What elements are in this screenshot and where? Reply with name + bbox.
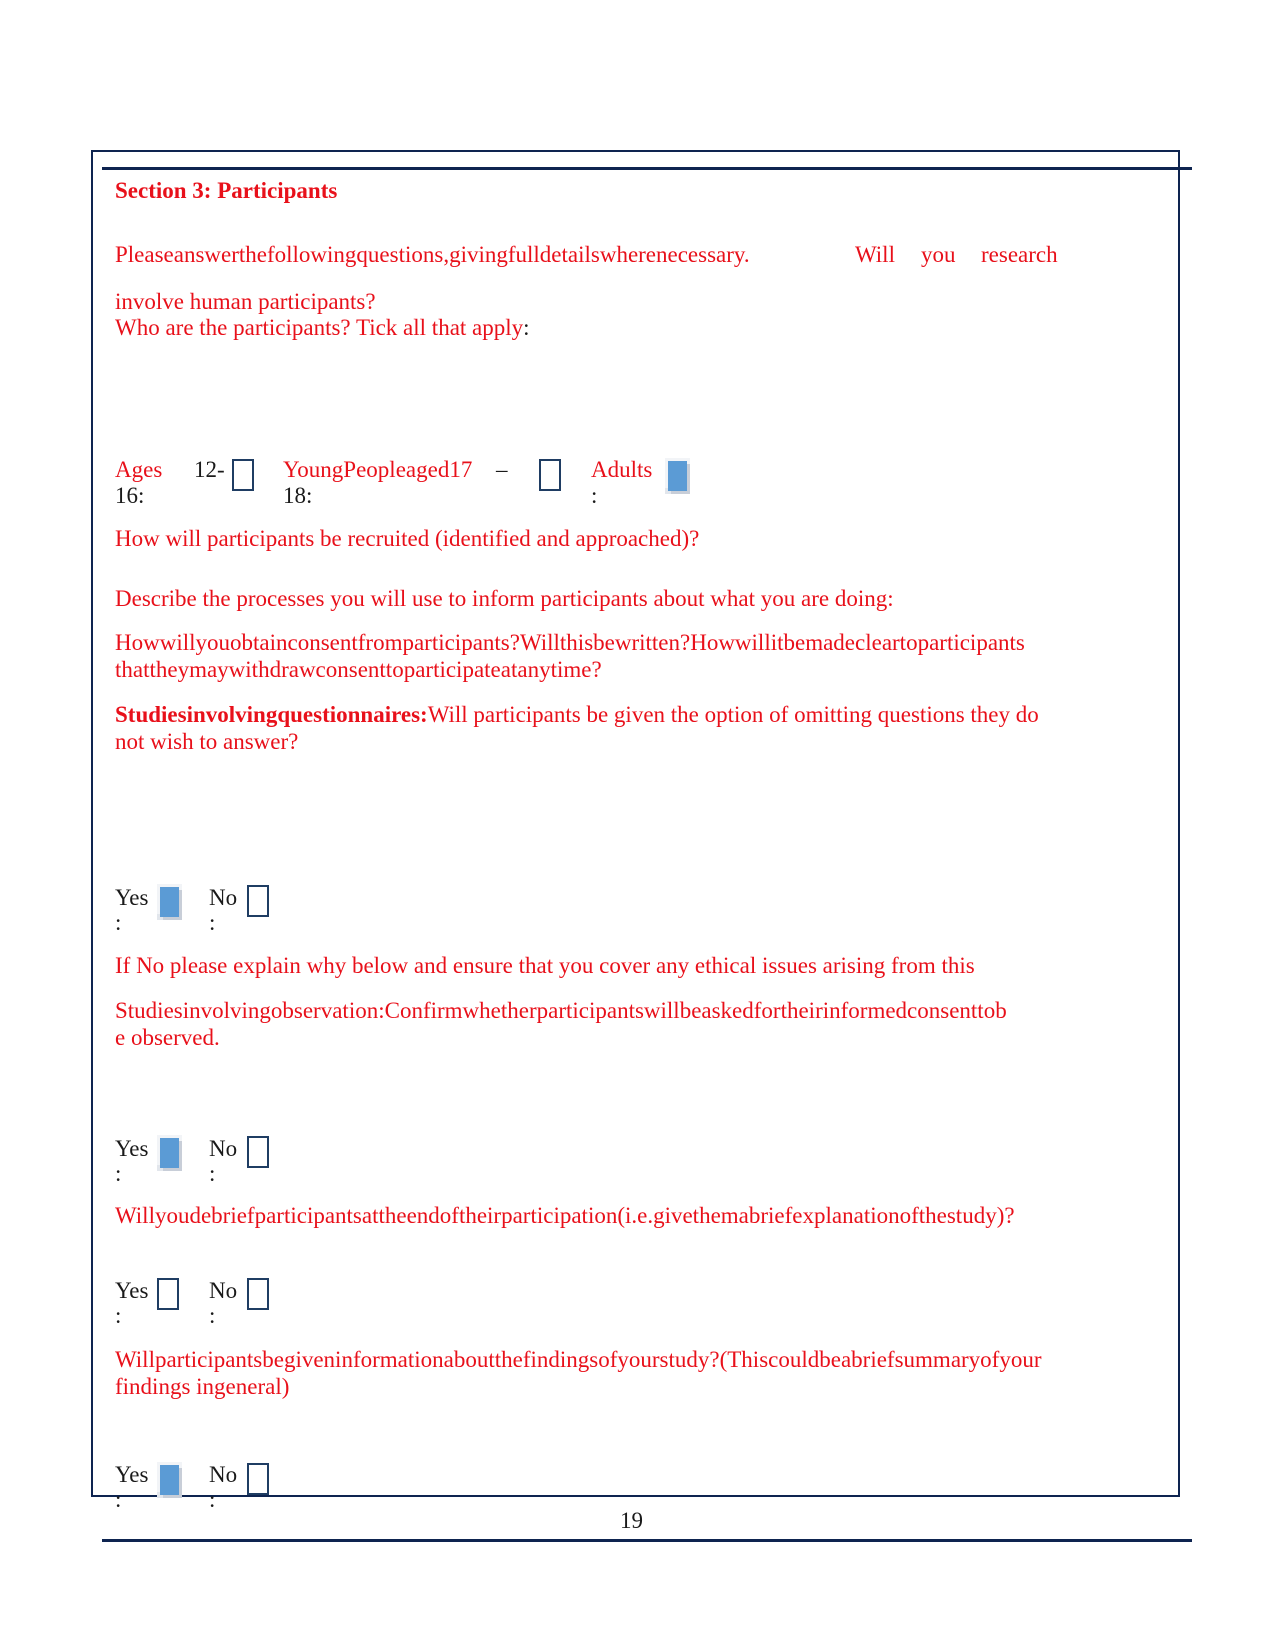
intro-text-a: Pleaseanswerthefollowingquestions,giving… [115,242,750,267]
age-option-1-label-b: 12- [194,457,225,482]
age-option-3-label-a: Adults [591,457,653,482]
intro-text-d: research [981,242,1058,267]
no-label-4: No [209,1462,238,1487]
no-colon-3: : [209,1303,216,1328]
questionnaire-no-checkbox[interactable] [247,885,269,917]
adults-checkbox[interactable] [668,461,687,491]
yes-colon-1: : [115,910,122,935]
intro-text-b: Will [855,242,895,267]
age-option-3-label-c: : [591,483,598,508]
intro-text-c: you [921,242,956,267]
observation-yes-checkbox[interactable] [160,1138,179,1168]
questionnaires-heading: Studiesinvolvingquestionnaires: [115,702,428,727]
yes-colon-2: : [115,1161,122,1186]
page-number: 19 [620,1508,643,1533]
findings-question-line1: Willparticipantsbegiveninformationaboutt… [115,1347,1042,1372]
age-option-2-label-b: – [496,457,508,482]
questionnaires-question: Studiesinvolvingquestionnaires:Will part… [115,701,1039,728]
no-label-1: No [209,885,238,910]
yes-label-4: Yes [115,1462,149,1487]
header-rule [102,167,1192,170]
no-label-2: No [209,1136,238,1161]
age-12-16-checkbox[interactable] [232,459,254,491]
who-prompt-colon: : [523,315,530,340]
age-option-1-label-c: 16: [115,483,145,508]
findings-yes-checkbox[interactable] [160,1465,179,1495]
observation-question-line2: e observed. [115,1025,220,1050]
observation-question-line1: Studiesinvolvingobservation:Confirmwheth… [115,998,1007,1023]
observation-no-checkbox[interactable] [247,1136,269,1168]
no-colon-2: : [209,1161,216,1186]
debrief-question: Willyoudebriefparticipantsattheendofthei… [115,1203,1015,1228]
age-option-1-label-a: Ages [115,457,163,482]
who-prompt-text: Who are the participants? Tick all that … [115,315,524,340]
consent-question-line2: thattheymaywithdrawconsenttoparticipatea… [115,657,602,682]
if-no-instruction: If No please explain why below and ensur… [115,953,975,978]
no-colon-4: : [209,1487,216,1512]
inform-question: Describe the processes you will use to i… [115,586,894,611]
yes-colon-3: : [115,1303,122,1328]
yes-label-3: Yes [115,1278,149,1303]
section-title: Section 3: Participants [115,178,338,203]
age-option-2-label-c: 18: [283,483,313,508]
footer-rule [102,1539,1192,1542]
findings-no-checkbox[interactable] [247,1463,269,1495]
yes-colon-4: : [115,1487,122,1512]
questionnaire-yes-checkbox[interactable] [160,887,179,917]
age-17-18-checkbox[interactable] [539,459,561,491]
debrief-yes-checkbox[interactable] [157,1278,179,1310]
consent-question-line1: Howwillyouobtainconsentfromparticipants?… [115,630,1025,655]
no-colon-1: : [209,910,216,935]
debrief-no-checkbox[interactable] [247,1278,269,1310]
no-label-3: No [209,1278,238,1303]
yes-label-1: Yes [115,885,149,910]
findings-question-line2: findings ingeneral) [115,1374,290,1399]
who-prompt: Who are the participants? Tick all that … [115,314,530,341]
intro-text-line2: involve human participants? [115,289,376,314]
yes-label-2: Yes [115,1136,149,1161]
recruit-question: How will participants be recruited (iden… [115,526,700,551]
questionnaires-text: Will participants be given the option of… [427,702,1039,727]
questionnaires-question-line2: not wish to answer? [115,729,299,754]
age-option-2-label-a: YoungPeopleaged17 [283,457,473,482]
